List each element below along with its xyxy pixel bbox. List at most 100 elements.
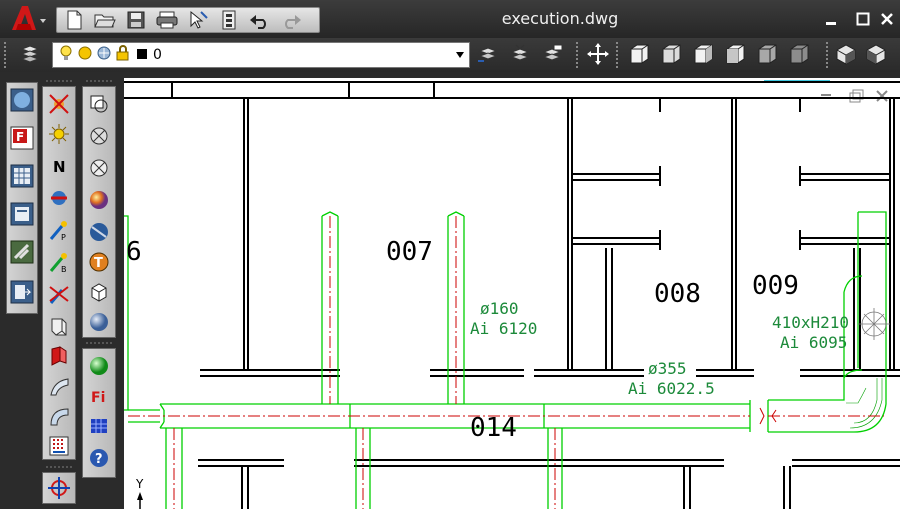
bottom-view-icon[interactable] <box>662 44 681 64</box>
pan-button[interactable] <box>584 40 612 68</box>
tools-icon <box>10 240 34 264</box>
layer-dropdown[interactable]: 0 <box>52 42 470 68</box>
save-icon <box>127 11 145 29</box>
f-button[interactable]: F <box>9 125 35 151</box>
layer-previous-button[interactable] <box>474 40 502 68</box>
point-light-button[interactable]: P <box>46 217 72 243</box>
sphere-button[interactable] <box>86 187 112 213</box>
viewport-minimize-icon[interactable] <box>821 94 831 96</box>
help-button[interactable]: ? <box>86 445 112 471</box>
layer-properties-button[interactable] <box>16 40 44 68</box>
toolbar-grip[interactable] <box>4 42 10 68</box>
right-view-icon[interactable] <box>726 44 745 64</box>
light-off-button[interactable] <box>46 91 72 117</box>
sun-button[interactable] <box>46 121 72 147</box>
arc-button[interactable] <box>46 403 72 429</box>
left-view-icon[interactable] <box>694 44 713 64</box>
circle-x-button[interactable] <box>86 155 112 181</box>
no-hatch-icon <box>90 127 108 145</box>
lens-button[interactable] <box>46 185 72 211</box>
surface-button[interactable] <box>46 313 72 339</box>
room-number: 009 <box>752 271 799 301</box>
cube-button[interactable] <box>86 279 112 305</box>
curve-button[interactable] <box>46 373 72 399</box>
match-layer-button[interactable] <box>538 40 566 68</box>
maximize-button[interactable] <box>852 10 874 28</box>
target-button[interactable] <box>46 475 72 501</box>
top-view-icon[interactable] <box>630 44 649 64</box>
no-light-button[interactable] <box>46 281 72 307</box>
title-bar: execution.dwg <box>0 0 900 38</box>
surface-icon <box>51 318 67 336</box>
duct-elevation-label: Ai 6095 <box>780 333 847 352</box>
pattern-button[interactable] <box>46 433 72 459</box>
stack-button[interactable] <box>9 279 35 305</box>
toolbar-grip[interactable] <box>616 42 622 68</box>
sun-icon <box>77 45 93 65</box>
bulb-icon <box>59 44 73 66</box>
iso-view-icon <box>836 44 856 65</box>
back-view-icon[interactable] <box>790 44 809 64</box>
grid-blue-button[interactable] <box>86 413 112 439</box>
room-number: 6 <box>126 237 142 267</box>
plot-button[interactable] <box>154 9 180 31</box>
open-icon <box>94 14 116 28</box>
spot-light-button[interactable]: B <box>46 249 72 275</box>
tools-button[interactable] <box>9 239 35 265</box>
minimize-icon <box>826 22 836 25</box>
save-button[interactable] <box>123 9 149 31</box>
room-number: 008 <box>654 279 701 309</box>
duct-elevation-label: Ai 6022.5 <box>628 379 715 398</box>
properties-icon <box>222 10 236 30</box>
north-button[interactable]: N <box>46 153 72 179</box>
shading-toolbar: T <box>82 86 116 338</box>
drawing-canvas[interactable]: 6 007 008 009 014 ø160 Ai 6120 ø355 Ai 6… <box>124 78 900 509</box>
grid-blue-icon <box>91 419 107 433</box>
properties-button[interactable] <box>216 9 242 31</box>
duct-size-label: 410xH210 <box>772 313 849 332</box>
pattern-icon <box>49 436 69 456</box>
new-icon <box>67 10 82 30</box>
cube-icon <box>91 283 107 302</box>
sphere2-button[interactable] <box>86 219 112 245</box>
close-icon <box>881 13 893 25</box>
no-hatch-button[interactable] <box>86 123 112 149</box>
circle-x-icon <box>90 159 108 177</box>
new-button[interactable] <box>61 9 87 31</box>
point-light-icon: P <box>49 221 67 241</box>
make-current-button[interactable] <box>506 40 534 68</box>
shape-button[interactable] <box>86 91 112 117</box>
viewport-close-icon[interactable] <box>876 90 888 102</box>
fi-button[interactable]: Fi <box>86 383 112 409</box>
layer-manager-icon <box>20 45 40 63</box>
toolbar-grip[interactable] <box>576 42 582 68</box>
front-view-icon[interactable] <box>758 44 777 64</box>
ball-button[interactable] <box>86 309 112 335</box>
solid-icon <box>51 346 67 366</box>
close-button[interactable] <box>876 10 898 28</box>
solid-button[interactable] <box>46 343 72 369</box>
globe-button[interactable] <box>9 87 35 113</box>
minimize-button[interactable] <box>820 10 842 28</box>
iso-view2-button[interactable] <box>862 40 890 68</box>
autocad-logo-icon <box>12 6 46 30</box>
window-button[interactable] <box>9 201 35 227</box>
redo-button[interactable] <box>278 9 304 31</box>
duct-elevation-label: Ai 6120 <box>470 319 537 338</box>
svg-text:B: B <box>61 265 67 273</box>
cursor-icon <box>190 10 208 29</box>
undo-button[interactable] <box>247 9 273 31</box>
shape-icon <box>90 95 108 113</box>
quick-access-toolbar <box>56 7 320 33</box>
open-button[interactable] <box>92 9 118 31</box>
app-menu-button[interactable] <box>6 4 48 34</box>
cursor-button[interactable] <box>185 9 211 31</box>
chevron-down-icon <box>453 47 467 63</box>
viewport-restore-icon[interactable] <box>849 89 864 103</box>
iso-view-button[interactable] <box>832 40 860 68</box>
green-ball-button[interactable] <box>86 353 112 379</box>
svg-text:?: ? <box>95 452 103 467</box>
t-button[interactable]: T <box>86 249 112 275</box>
redo-icon <box>285 15 301 29</box>
grid-button[interactable] <box>9 163 35 189</box>
